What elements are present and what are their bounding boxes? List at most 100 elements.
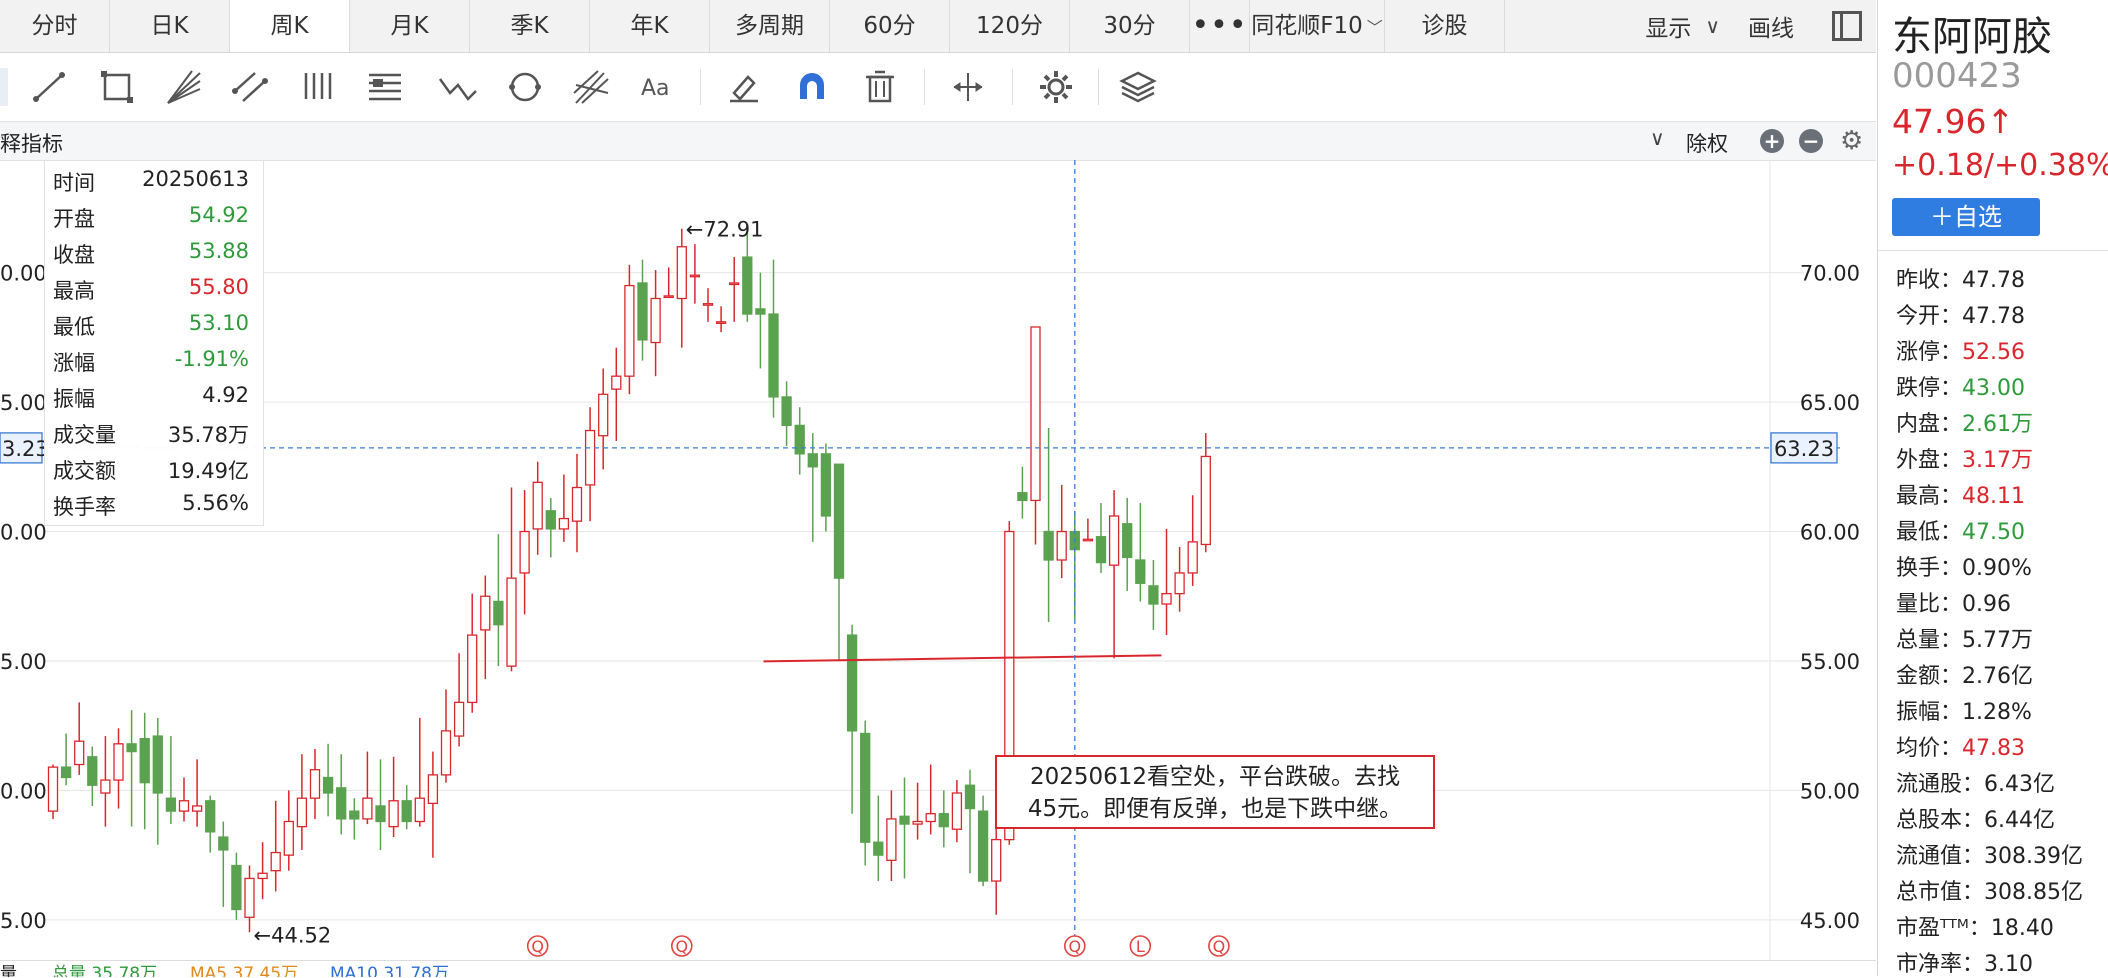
text-tool-icon[interactable]: Aa: [637, 65, 681, 109]
candle-body: [951, 792, 963, 830]
eraser-icon[interactable]: [722, 65, 766, 109]
quote-row: 涨停：52.56: [1896, 334, 2025, 366]
chevron-down-icon[interactable]: ∨: [1705, 14, 1720, 38]
rectangle-tool-icon[interactable]: [95, 65, 139, 109]
tab-daily-k[interactable]: 日K: [110, 0, 230, 52]
settings-gear-icon[interactable]: ⚙: [1840, 126, 1863, 156]
vertical-lines-tool-icon[interactable]: [296, 65, 340, 109]
candle-body: [506, 577, 517, 667]
quote-row: 市盈ᵀᵀᴹ：18.40: [1896, 910, 2054, 942]
candle-body: [244, 877, 255, 918]
quote-key: 金额：: [1896, 664, 1963, 689]
circle-tool-icon[interactable]: [503, 65, 547, 109]
quote-value: 43.00: [1962, 376, 2025, 401]
range-measure-icon[interactable]: [946, 65, 990, 109]
quote-row: 总股本：6.44亿: [1896, 802, 2055, 834]
candle-body: [100, 779, 111, 794]
tab-60min[interactable]: 60分: [830, 0, 950, 52]
candle-body: [1056, 530, 1067, 561]
event-marker: L: [1129, 935, 1152, 957]
y-tick-left: 0.00: [0, 262, 47, 286]
layers-icon[interactable]: [1116, 65, 1160, 109]
line-segment-tool-icon[interactable]: [28, 65, 72, 109]
pitchfork-tool-icon[interactable]: [570, 65, 614, 109]
tab-f10-dropdown[interactable]: 同花顺F10 ﹀: [1250, 0, 1385, 52]
tab-yearly-k[interactable]: 年K: [590, 0, 710, 52]
tab-30min[interactable]: 30分: [1070, 0, 1190, 52]
candle-body: [205, 800, 216, 833]
candle-body: [1108, 515, 1120, 566]
volume-total: 总量 35.78万: [52, 964, 158, 977]
zoom-out-icon[interactable]: −: [1799, 129, 1823, 153]
quote-key: 总市值：: [1896, 880, 1985, 905]
fibonacci-tool-icon[interactable]: [363, 65, 407, 109]
quote-row: 最低：47.50: [1896, 514, 2025, 546]
gear-icon[interactable]: [1034, 65, 1078, 109]
wave-tool-icon[interactable]: [436, 65, 480, 109]
y-tick-right: 55.00: [1800, 650, 1860, 674]
candle-body: [715, 321, 727, 324]
y-tick-right: 60.00: [1800, 521, 1860, 545]
toolbar-divider: [924, 69, 925, 105]
quote-row: 总量：5.77万: [1896, 622, 2033, 654]
tab-intraday[interactable]: 分时: [0, 0, 110, 52]
crosshair-price-label: 63.23: [1774, 437, 1834, 461]
trash-icon[interactable]: [858, 65, 902, 109]
tab-multi-period[interactable]: 多周期: [710, 0, 830, 52]
candle-body: [637, 282, 648, 341]
quote-key: 跌停：: [1896, 376, 1963, 401]
drawing-toolbar: Aa: [0, 53, 1876, 122]
quote-row: 金额：2.76亿: [1896, 658, 2033, 690]
info-value: 55.80: [188, 275, 249, 299]
y-tick-right: 45.00: [1800, 909, 1860, 933]
quote-value: 47.78: [1962, 268, 2025, 293]
stock-code: 000423: [1892, 56, 2022, 96]
weekly-candlestick-chart[interactable]: 70.00 0.00 65.00 5.00 60.00 0.00 55.00 5.00 50.0…: [0, 160, 1876, 960]
quote-row: 最高：48.11: [1896, 478, 2025, 510]
quote-value: 47.83: [1962, 736, 2025, 761]
candle-body: [336, 787, 347, 820]
candle-body: [231, 864, 242, 911]
candle-body: [846, 634, 858, 732]
adjust-rights-toggle[interactable]: 除权: [1686, 128, 1728, 158]
chart-annotation-note[interactable]: 20250612看空处，平台跌破。去找 45元。即便有反弹，也是下跌中继。: [995, 755, 1435, 829]
event-marker: Q: [1208, 935, 1230, 957]
quote-value: 2.61万: [1962, 412, 2034, 437]
tab-weekly-k[interactable]: 周K: [230, 0, 350, 52]
tab-diagnose[interactable]: 诊股: [1385, 0, 1505, 52]
display-menu-button[interactable]: 显示: [1645, 9, 1691, 43]
event-marker-label: Q: [1069, 937, 1082, 956]
tab-monthly-k[interactable]: 月K: [350, 0, 470, 52]
parallel-channel-tool-icon[interactable]: [229, 65, 273, 109]
quote-row: 总市值：308.85亿: [1896, 874, 2083, 906]
candle-body: [467, 634, 478, 704]
candle-body: [860, 732, 871, 843]
tab-120min[interactable]: 120分: [950, 0, 1070, 52]
info-row-open: 开盘 54.92: [53, 199, 249, 235]
candle-body: [191, 805, 203, 812]
zoom-in-icon[interactable]: +: [1760, 129, 1784, 153]
candle-body: [74, 740, 85, 766]
fan-lines-tool-icon[interactable]: [162, 65, 206, 109]
candle-body: [349, 810, 360, 820]
magnet-icon[interactable]: [790, 65, 834, 109]
quote-value: 1.28%: [1962, 700, 2032, 725]
more-tabs-button[interactable]: •••: [1190, 0, 1250, 52]
info-key: 最低: [53, 315, 95, 339]
add-to-watchlist-button[interactable]: ＋自选: [1892, 198, 2040, 236]
candle-body: [558, 517, 570, 530]
draw-line-button[interactable]: 画线: [1748, 9, 1794, 43]
select-indicator-label[interactable]: 释指标: [0, 128, 63, 158]
tab-quarterly-k[interactable]: 季K: [470, 0, 590, 52]
volume-ma10: MA10 31.78万: [330, 964, 449, 977]
info-row-amplitude: 振幅 4.92: [53, 379, 249, 415]
candle-body: [925, 813, 936, 823]
info-key: 收盘: [53, 243, 95, 267]
event-marker: Q: [1064, 935, 1086, 957]
sidebar-toggle-icon[interactable]: [1832, 11, 1862, 41]
candle-body: [781, 396, 792, 427]
quote-row: 振幅：1.28%: [1896, 694, 2032, 726]
chevron-down-icon[interactable]: ∨: [1650, 126, 1665, 150]
info-key: 开盘: [53, 207, 95, 231]
quote-key: 总量：: [1896, 628, 1963, 653]
